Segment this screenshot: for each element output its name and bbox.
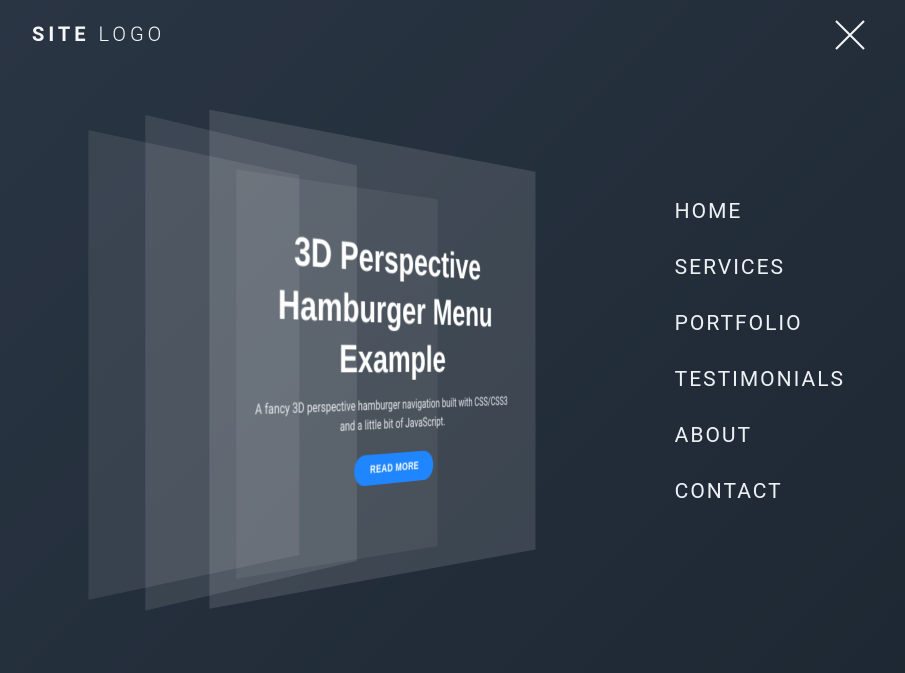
read-more-button[interactable]: READ MORE bbox=[354, 450, 433, 487]
hero-content: 3D Perspective Hamburger Menu Example A … bbox=[245, 221, 514, 499]
hero-subtitle: A fancy 3D perspective hamburger navigat… bbox=[245, 394, 514, 444]
nav-item-home[interactable]: HOME bbox=[675, 200, 845, 224]
nav-item-about[interactable]: ABOUT bbox=[675, 424, 845, 448]
stacked-page-front: 3D Perspective Hamburger Menu Example A … bbox=[209, 110, 535, 609]
site-logo[interactable]: SITE LOGO bbox=[32, 22, 165, 46]
close-icon[interactable] bbox=[833, 18, 867, 52]
perspective-stack: 3D Perspective Hamburger Menu Example A … bbox=[50, 125, 650, 605]
nav-item-contact[interactable]: CONTACT bbox=[675, 480, 845, 504]
main-nav: HOME SERVICES PORTFOLIO TESTIMONIALS ABO… bbox=[675, 200, 845, 504]
logo-part-light: LOGO bbox=[99, 22, 166, 46]
nav-item-services[interactable]: SERVICES bbox=[675, 256, 845, 280]
logo-part-bold: SITE bbox=[32, 22, 90, 46]
nav-item-testimonials[interactable]: TESTIMONIALS bbox=[675, 368, 845, 392]
hero-title: 3D Perspective Hamburger Menu Example bbox=[245, 221, 514, 388]
nav-item-portfolio[interactable]: PORTFOLIO bbox=[675, 312, 845, 336]
